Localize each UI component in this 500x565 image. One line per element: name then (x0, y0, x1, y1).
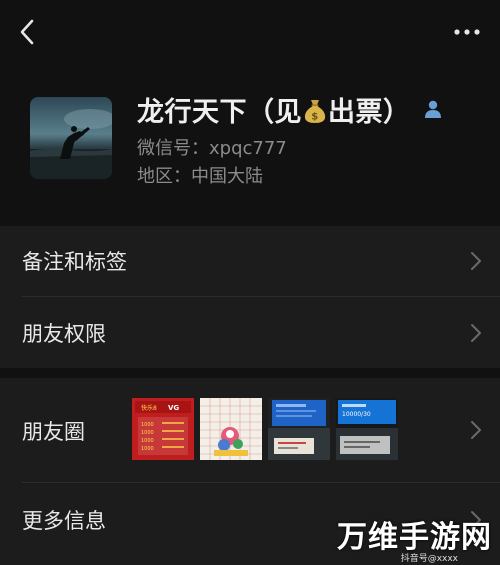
settings-section: 备注和标签 朋友权限 (0, 226, 500, 368)
money-bag-icon: $ (303, 97, 327, 124)
more-info-label: 更多信息 (22, 509, 106, 533)
thumb-text: 1000 (141, 446, 154, 452)
name-suffix: 出票） (328, 96, 411, 128)
watermark-text: 万维手游网 (337, 520, 492, 555)
contact-person-icon (424, 100, 441, 118)
back-button[interactable] (14, 16, 44, 48)
name-prefix: 龙行天下（见 (137, 96, 302, 128)
remarks-label: 备注和标签 (22, 250, 127, 274)
thumb-text: 快乐8 (141, 404, 157, 412)
thumb-text: 10000/30 (342, 411, 371, 418)
moments-row[interactable]: 朋友圈 快乐8 VG 1000 1000 1000 1000 10000/30 (0, 378, 500, 482)
moment-thumbnail[interactable] (268, 398, 330, 460)
name-row: 龙行天下（见 $ 出票） (137, 90, 443, 128)
moments-label: 朋友圈 (22, 420, 85, 444)
wechat-id: 微信号：xpqc777 (137, 138, 287, 159)
chevron-right-icon (471, 421, 481, 439)
thumb-text: 1000 (141, 422, 154, 428)
svg-text:$: $ (311, 111, 318, 122)
top-bar (0, 0, 500, 64)
friend-permissions-row[interactable]: 朋友权限 (0, 297, 500, 368)
profile-header: 龙行天下（见 $ 出票） 微信号：xpqc777 地区：中国大陆 (0, 64, 500, 224)
avatar[interactable] (30, 97, 112, 179)
permissions-label: 朋友权限 (22, 322, 106, 346)
moment-thumbnail[interactable]: 10000/30 (336, 398, 398, 460)
chevron-left-icon (20, 19, 34, 45)
more-options-button[interactable] (452, 20, 482, 44)
chevron-right-icon (471, 252, 481, 270)
thumb-text: 1000 (141, 438, 154, 444)
more-dots-icon (454, 29, 480, 35)
thumb-text: 1000 (141, 430, 154, 436)
watermark-subtext: 抖音号@xxxx (400, 554, 458, 564)
chevron-right-icon (471, 324, 481, 342)
region: 地区：中国大陆 (137, 166, 263, 187)
watermark: 万维手游网 抖音号@xxxx (337, 510, 500, 565)
contact-name: 龙行天下（见 $ 出票） (137, 90, 411, 129)
moment-thumbnail[interactable] (200, 398, 262, 460)
moment-thumbnail[interactable]: 快乐8 VG 1000 1000 1000 1000 (132, 398, 194, 460)
thumb-text: VG (168, 404, 179, 412)
moments-thumbnails: 快乐8 VG 1000 1000 1000 1000 10000/30 (132, 398, 398, 460)
remarks-and-tags-row[interactable]: 备注和标签 (0, 226, 500, 296)
